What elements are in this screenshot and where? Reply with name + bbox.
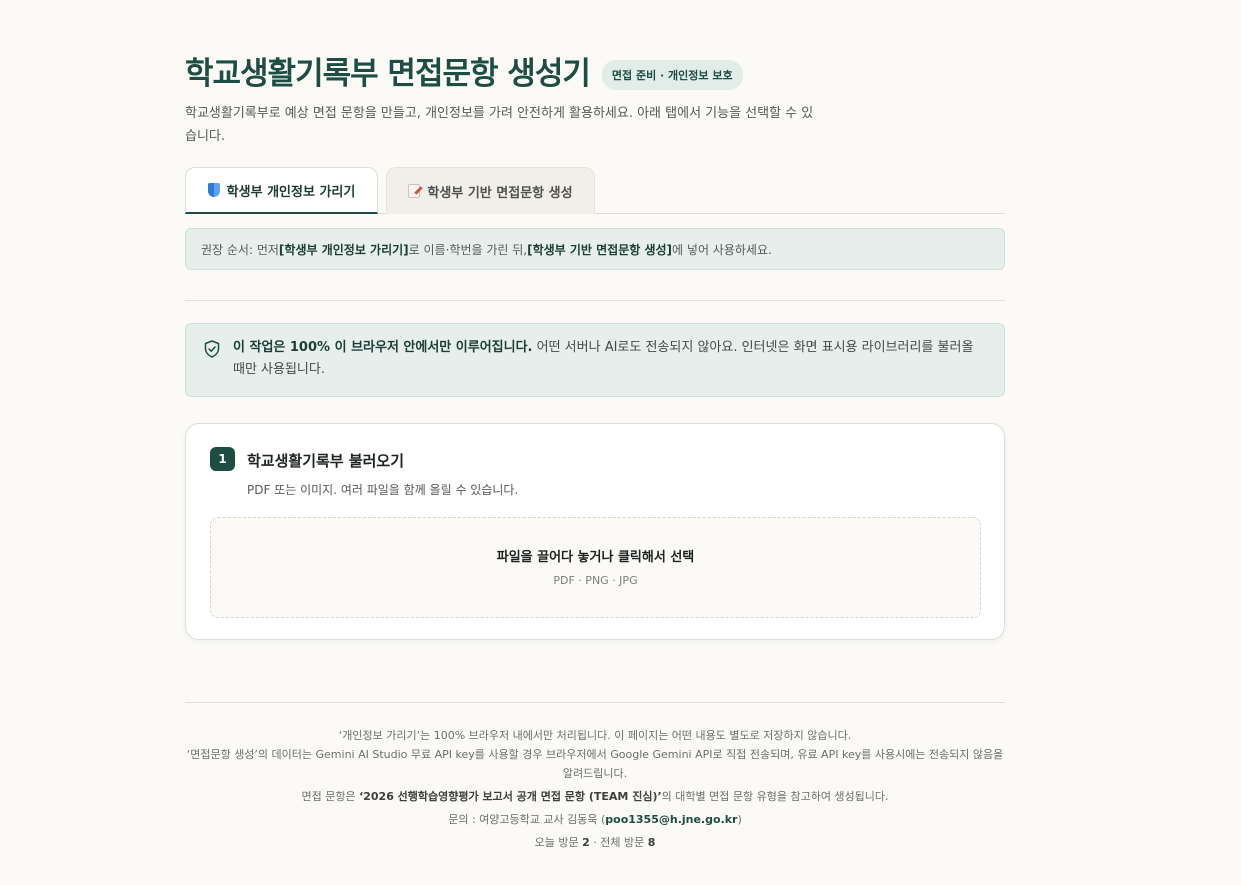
tab-label: 학생부 개인정보 가리기 (226, 184, 356, 200)
divider (185, 300, 1005, 301)
visits-total-count: 8 (647, 836, 656, 849)
upload-description: PDF 또는 이미지. 여러 파일을 함께 올릴 수 있습니다. (247, 483, 519, 497)
shield-check-icon (204, 340, 220, 358)
recommended-order-notice: 권장 순서: 먼저 [학생부 개인정보 가리기] 로 이름·학번을 가린 뒤, [… (185, 228, 1005, 270)
file-dropzone[interactable]: 파일을 끌어다 놓거나 클릭해서 선택 PDF · PNG · JPG (210, 517, 981, 618)
visit-counter: 오늘 방문 2 · 전체 방문 8 (185, 833, 1005, 852)
footer-line3-suffix: 의 대학별 면접 문항 유형을 참고하여 생성됩니다. (661, 790, 889, 803)
privacy-info-box: 이 작업은 100% 이 브라우저 안에서만 이루어집니다. 어떤 서버나 AI… (185, 323, 1005, 397)
privacy-bold: 이 작업은 100% 이 브라우저 안에서만 이루어집니다. (233, 340, 533, 355)
upload-card: 1 학교생활기록부 불러오기 PDF 또는 이미지. 여러 파일을 함께 올릴 … (185, 423, 1005, 640)
dropzone-formats: PDF · PNG · JPG (553, 574, 638, 587)
footer-divider (185, 702, 1005, 703)
footer-line-3: 면접 문항은 ‘2026 선행학습영향평가 보고서 공개 면접 문항 (TEAM… (185, 787, 1005, 806)
header-badge: 면접 준비 · 개인정보 보호 (601, 59, 743, 90)
notice-step2: [학생부 기반 면접문항 생성] (527, 242, 673, 257)
footer-line3-prefix: 면접 문항은 (301, 790, 360, 803)
visits-total-label: · 전체 방문 (589, 836, 648, 849)
shield-icon (207, 183, 220, 197)
footer: ‘개인정보 가리기’는 100% 브라우저 내에서만 처리됩니다. 이 페이지는… (185, 726, 1005, 852)
notice-middle: 로 이름·학번을 가린 뒤, (408, 242, 528, 257)
contact-prefix: 문의 : 여양고등학교 교사 김동욱 ( (448, 813, 606, 826)
contact-email-link[interactable]: poo1355@h.jne.go.kr (605, 813, 737, 826)
notice-step1: [학생부 개인정보 가리기] (278, 242, 409, 257)
privacy-text: 이 작업은 100% 이 브라우저 안에서만 이루어집니다. 어떤 서버나 AI… (233, 337, 985, 381)
tab-label: 학생부 기반 면접문항 생성 (427, 185, 573, 201)
visits-today-label: 오늘 방문 (534, 836, 583, 849)
memo-icon (408, 184, 421, 198)
tab-privacy-masking[interactable]: 학생부 개인정보 가리기 (185, 167, 378, 214)
header: 학교생활기록부 면접문항 생성기 면접 준비 · 개인정보 보호 (185, 48, 743, 93)
step-number-badge: 1 (210, 447, 235, 471)
contact-suffix: ) (737, 813, 742, 826)
upload-title: 학교생활기록부 불러오기 (247, 452, 405, 470)
footer-line-2: ‘면접문항 생성’의 데이터는 Gemini AI Studio 무료 API … (186, 748, 1004, 780)
notice-prefix: 권장 순서: 먼저 (201, 242, 279, 257)
footer-source: ‘2026 선행학습영향평가 보고서 공개 면접 문항 (TEAM 진심)’ (359, 790, 662, 803)
visits-today-count: 2 (582, 836, 590, 849)
dropzone-title: 파일을 끌어다 놓거나 클릭해서 선택 (496, 550, 695, 565)
page-title: 학교생활기록부 면접문항 생성기 (185, 56, 591, 92)
footer-contact: 문의 : 여양고등학교 교사 김동욱 (poo1355@h.jne.go.kr) (185, 810, 1005, 829)
tab-bar: 학생부 개인정보 가리기 학생부 기반 면접문항 생성 (185, 167, 1005, 214)
notice-suffix: 에 넣어 사용하세요. (672, 242, 772, 257)
footer-line-1: ‘개인정보 가리기’는 100% 브라우저 내에서만 처리됩니다. 이 페이지는… (338, 729, 852, 742)
tab-question-generation[interactable]: 학생부 기반 면접문항 생성 (386, 167, 595, 214)
page-subtitle: 학교생활기록부로 예상 면접 문항을 만들고, 개인정보를 가려 안전하게 활용… (185, 106, 814, 144)
